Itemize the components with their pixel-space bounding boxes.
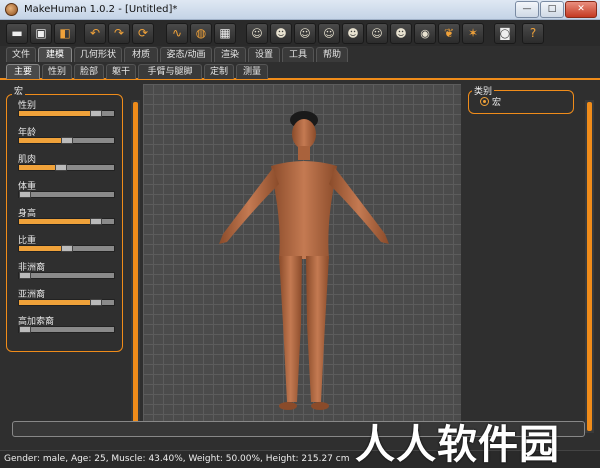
- left-scrollbar[interactable]: [131, 100, 140, 433]
- macro-radio-button[interactable]: [480, 97, 489, 106]
- help-icon[interactable]: ?: [522, 23, 544, 44]
- category-group-title: 类别: [472, 84, 495, 97]
- redo-icon[interactable]: ↷: [108, 23, 130, 44]
- category-panel: 类别 宏: [468, 84, 578, 124]
- export-icon[interactable]: ◧: [54, 23, 76, 44]
- wireframe-icon[interactable]: ◍: [190, 23, 212, 44]
- macro-panel: 宏 性别 年龄 肌肉 体重 身高 比重 非洲裔 亚洲裔 高加索裔: [6, 84, 124, 354]
- tab-torso[interactable]: 躯干: [106, 64, 136, 79]
- left-arm: [219, 168, 279, 244]
- right-view-icon[interactable]: ☺: [318, 23, 340, 44]
- slider-handle[interactable]: [19, 191, 31, 198]
- tab-rendering[interactable]: 渲染: [214, 47, 246, 62]
- left-scrollbar-thumb[interactable]: [133, 102, 138, 431]
- right-arm: [329, 168, 389, 244]
- tab-geometries[interactable]: 几何形状: [74, 47, 122, 62]
- slider-track[interactable]: [18, 272, 115, 279]
- right-scrollbar[interactable]: [585, 100, 594, 433]
- tab-gender[interactable]: 性别: [42, 64, 72, 79]
- window-title: MakeHuman 1.0.2 - [Untitled]*: [24, 4, 178, 15]
- slider-fill: [19, 219, 100, 224]
- slider-handle[interactable]: [89, 299, 102, 306]
- save-icon[interactable]: ▣: [30, 23, 52, 44]
- slider-handle[interactable]: [89, 218, 102, 225]
- right-foot: [311, 402, 329, 410]
- background-checker-icon[interactable]: ▦: [214, 23, 236, 44]
- left-leg: [279, 256, 302, 402]
- window-titlebar: MakeHuman 1.0.2 - [Untitled]* — □ ✕: [0, 0, 600, 20]
- slider-fill: [19, 246, 67, 251]
- close-button[interactable]: ✕: [565, 1, 597, 18]
- macro-group-title: 宏: [12, 84, 26, 97]
- slider-handle[interactable]: [19, 326, 31, 333]
- reset-camera-icon[interactable]: ☻: [390, 23, 412, 44]
- maximize-button[interactable]: □: [540, 1, 564, 18]
- tab-pose-animation[interactable]: 姿态/动画: [160, 47, 212, 62]
- right-scrollbar-thumb[interactable]: [587, 102, 592, 431]
- slider-track[interactable]: [18, 299, 115, 306]
- tab-file[interactable]: 文件: [6, 47, 36, 62]
- tab-face[interactable]: 脸部: [74, 64, 104, 79]
- tab-arms-legs[interactable]: 手臂与腿脚: [138, 64, 202, 79]
- minimize-button[interactable]: —: [515, 1, 539, 18]
- screenshot-icon[interactable]: ◙: [494, 23, 516, 44]
- slider-handle[interactable]: [89, 110, 102, 117]
- pose-icon[interactable]: ✶: [462, 23, 484, 44]
- 3d-viewport[interactable]: [143, 84, 461, 433]
- symmetry-icon[interactable]: ❦: [438, 23, 460, 44]
- undo-icon[interactable]: ↶: [84, 23, 106, 44]
- slider-fill: [19, 165, 60, 170]
- new-file-icon[interactable]: ▬: [6, 23, 28, 44]
- slider-fill: [19, 138, 67, 143]
- front-view-icon[interactable]: ☺: [246, 23, 268, 44]
- slider-track[interactable]: [18, 110, 115, 117]
- left-view-icon[interactable]: ☺: [294, 23, 316, 44]
- reset-icon[interactable]: ⟳: [132, 23, 154, 44]
- right-leg: [306, 256, 329, 402]
- top-view-icon[interactable]: ☻: [342, 23, 364, 44]
- tab-materials[interactable]: 材质: [124, 47, 158, 62]
- app-window: ▬ ▣ ◧ ↶ ↷ ⟳ ∿ ◍ ▦ ☺ ☻ ☺ ☺ ☻ ☺ ☻ ◉ ❦ ✶ ◙ …: [0, 20, 600, 468]
- slider-track[interactable]: [18, 218, 115, 225]
- app-logo-icon: [5, 3, 18, 16]
- slider-track[interactable]: [18, 326, 115, 333]
- slider-track[interactable]: [18, 137, 115, 144]
- tab-utilities[interactable]: 工具: [282, 47, 314, 62]
- slider-handle[interactable]: [19, 272, 31, 279]
- tab-main[interactable]: 主要: [6, 64, 40, 79]
- torso: [271, 161, 337, 259]
- slider-track[interactable]: [18, 191, 115, 198]
- macro-radio-label: 宏: [492, 98, 502, 108]
- slider-track[interactable]: [18, 245, 115, 252]
- bottom-view-icon[interactable]: ☺: [366, 23, 388, 44]
- sub-tab-bar: 主要 性别 脸部 躯干 手臂与腿脚 定制 测量: [0, 63, 600, 80]
- slider-track[interactable]: [18, 164, 115, 171]
- watermark-text: 人人软件园: [355, 422, 560, 468]
- main-tab-bar: 文件 建模 几何形状 材质 姿态/动画 渲染 设置 工具 帮助: [0, 46, 600, 63]
- status-text: Gender: male, Age: 25, Muscle: 43.40%, W…: [4, 454, 350, 464]
- slider-handle[interactable]: [60, 137, 73, 144]
- tab-settings[interactable]: 设置: [248, 47, 280, 62]
- smooth-icon[interactable]: ∿: [166, 23, 188, 44]
- slider-fill: [19, 111, 100, 116]
- human-model: [219, 111, 389, 410]
- tab-help[interactable]: 帮助: [316, 47, 348, 62]
- neck: [298, 146, 310, 160]
- tab-custom[interactable]: 定制: [204, 64, 234, 79]
- back-view-icon[interactable]: ☻: [270, 23, 292, 44]
- slider-handle[interactable]: [54, 164, 67, 171]
- head: [292, 119, 316, 149]
- slider-fill: [19, 300, 100, 305]
- left-foot: [279, 402, 297, 410]
- global-camera-icon[interactable]: ◉: [414, 23, 436, 44]
- slider-handle[interactable]: [60, 245, 73, 252]
- main-toolbar: ▬ ▣ ◧ ↶ ↷ ⟳ ∿ ◍ ▦ ☺ ☻ ☺ ☺ ☻ ☺ ☻ ◉ ❦ ✶ ◙ …: [0, 20, 600, 47]
- tab-modeling[interactable]: 建模: [38, 47, 72, 62]
- tab-measure[interactable]: 测量: [236, 64, 268, 79]
